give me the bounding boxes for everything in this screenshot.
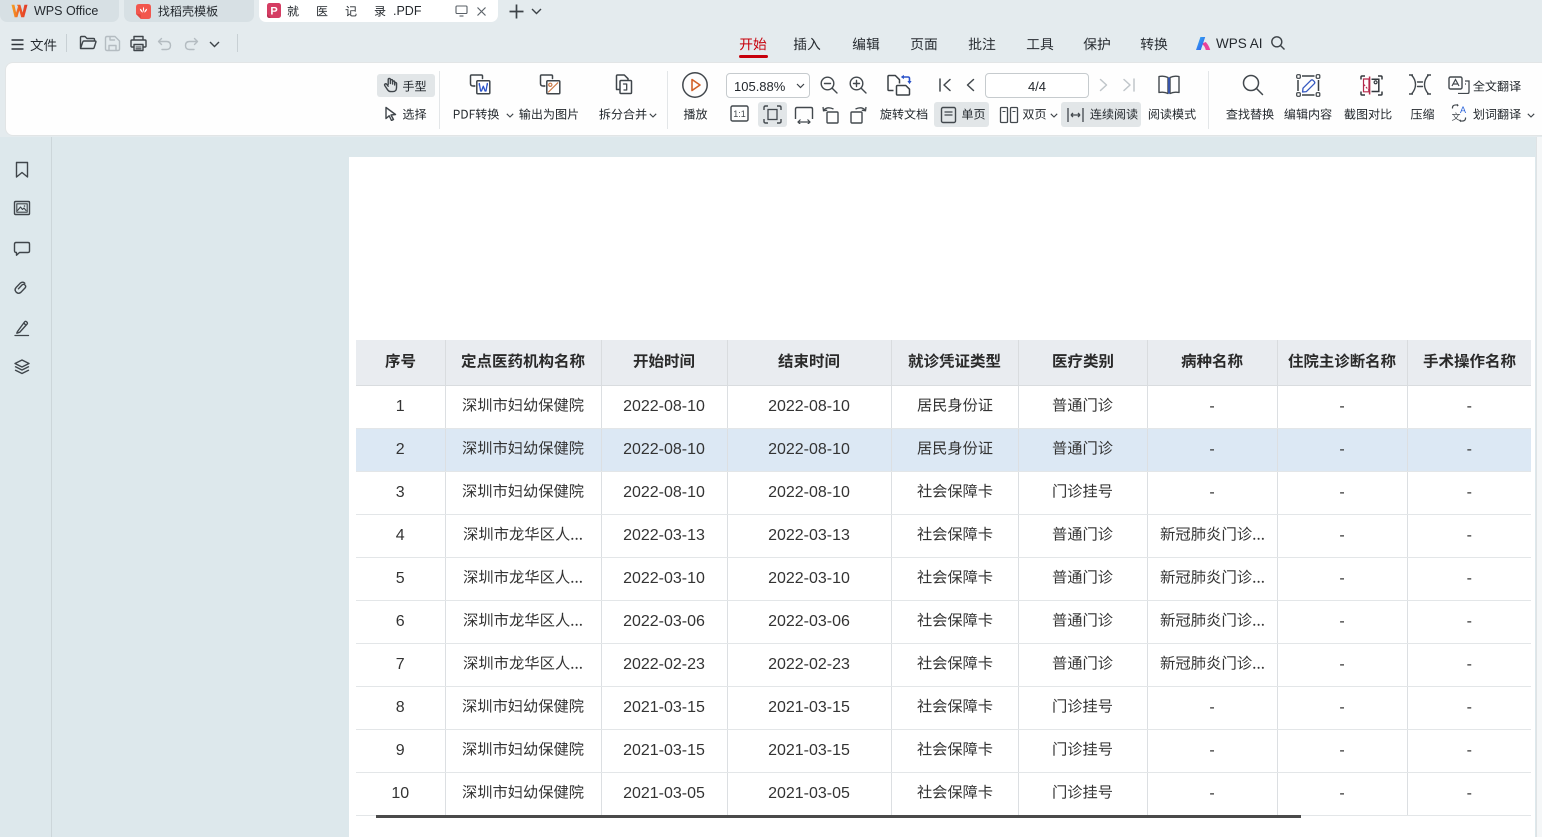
svg-text:1:1: 1:1 [733,109,746,119]
svg-text:A: A [1460,105,1466,115]
svg-text:P: P [270,6,277,18]
